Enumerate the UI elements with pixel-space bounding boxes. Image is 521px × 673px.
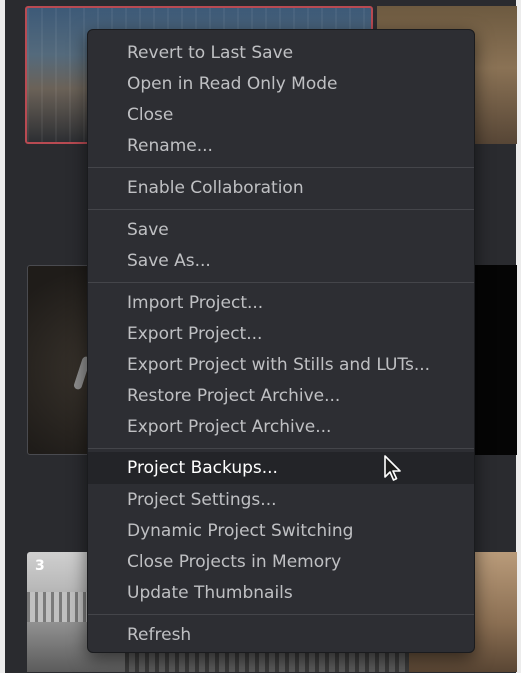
menu-item-import-project[interactable]: Import Project...: [88, 288, 474, 319]
menu-divider: [88, 448, 474, 449]
menu-item-close[interactable]: Close: [88, 100, 474, 131]
menu-item-export-project-archive[interactable]: Export Project Archive...: [88, 412, 474, 443]
menu-divider: [88, 209, 474, 210]
menu-item-restore-project-archive[interactable]: Restore Project Archive...: [88, 381, 474, 412]
menu-divider: [88, 614, 474, 615]
project-context-menu: Revert to Last Save Open in Read Only Mo…: [87, 29, 475, 653]
menu-divider: [88, 282, 474, 283]
menu-item-save-as[interactable]: Save As...: [88, 246, 474, 277]
menu-item-export-project[interactable]: Export Project...: [88, 319, 474, 350]
menu-item-export-project-stills-luts[interactable]: Export Project with Stills and LUTs...: [88, 350, 474, 381]
menu-item-enable-collaboration[interactable]: Enable Collaboration: [88, 173, 474, 204]
menu-item-close-projects-in-memory[interactable]: Close Projects in Memory: [88, 547, 474, 578]
thumbnail-number: 3: [35, 558, 45, 574]
menu-item-project-settings[interactable]: Project Settings...: [88, 485, 474, 516]
menu-item-rename[interactable]: Rename...: [88, 131, 474, 162]
menu-item-dynamic-project-switching[interactable]: Dynamic Project Switching: [88, 516, 474, 547]
menu-item-update-thumbnails[interactable]: Update Thumbnails: [88, 578, 474, 609]
menu-item-open-read-only[interactable]: Open in Read Only Mode: [88, 69, 474, 100]
menu-item-refresh[interactable]: Refresh: [88, 620, 474, 651]
menu-item-revert-to-last-save[interactable]: Revert to Last Save: [88, 38, 474, 69]
project-thumbnail[interactable]: [125, 650, 409, 672]
menu-item-save[interactable]: Save: [88, 215, 474, 246]
menu-divider: [88, 167, 474, 168]
menu-item-project-backups[interactable]: Project Backups...: [88, 452, 474, 484]
arrow-pointer-icon: [384, 455, 401, 481]
